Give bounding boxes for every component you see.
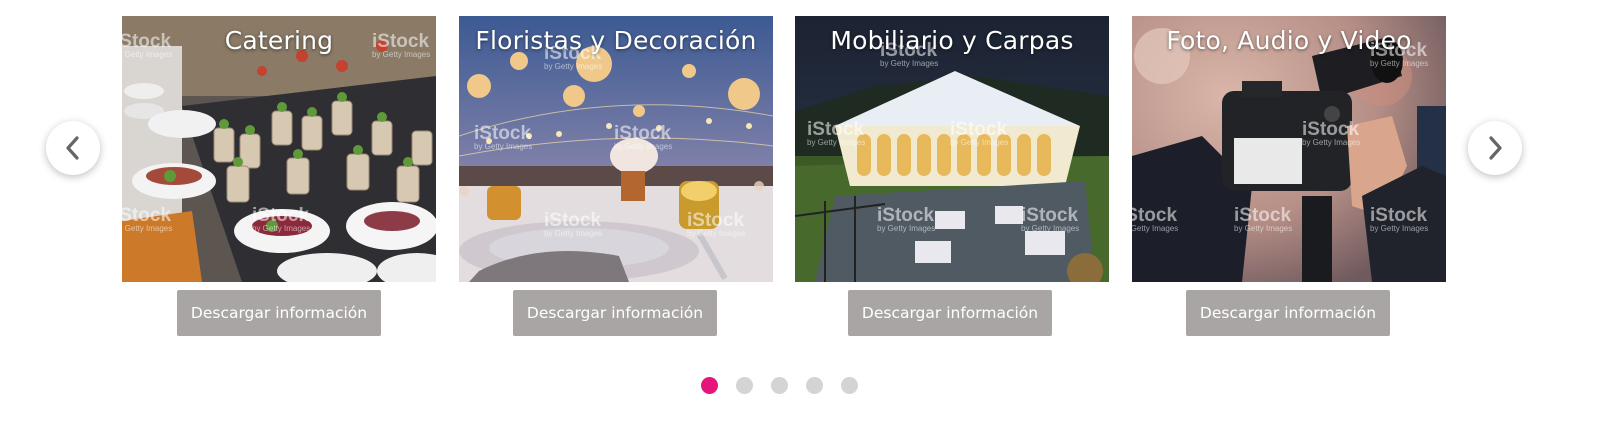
watermark: iStockby Getty Images: [252, 205, 311, 233]
download-info-button-furniture[interactable]: Descargar información: [848, 290, 1052, 336]
decoration-photo[interactable]: iStock by Getty Images iStock by Getty Ima…: [459, 16, 773, 282]
carousel-pagination: [701, 377, 858, 394]
download-info-button-media[interactable]: Descargar información: [1186, 290, 1390, 336]
download-info-button-catering[interactable]: Descargar información: [177, 290, 381, 336]
card-title: Mobiliario y Carpas: [830, 26, 1074, 55]
watermark: iStockby Getty Images: [122, 205, 173, 233]
pagination-dot-2[interactable]: [736, 377, 753, 394]
card-title: Floristas y Decoración: [475, 26, 757, 55]
watermark: iStockby Getty Images: [1302, 119, 1361, 147]
watermark: iStockby Getty Images: [1234, 205, 1293, 233]
download-info-button-decoration[interactable]: Descargar información: [513, 290, 717, 336]
card-title: Catering: [224, 26, 334, 55]
service-card-furniture: iStock by Getty Images iStock by Getty Ima…: [795, 16, 1109, 282]
watermark: iStockby Getty Images: [1370, 205, 1429, 233]
chevron-left-icon: [66, 136, 79, 160]
service-card-media: iStockby Getty Images iStockby Getty Ima…: [1132, 16, 1446, 282]
watermark: iStockby Getty Images: [807, 119, 866, 147]
watermark: iStockby Getty Images: [614, 123, 673, 151]
services-carousel: iStockby Getty Images iStockby Getty Ima…: [0, 0, 1600, 431]
catering-photo[interactable]: iStockby Getty Images iStockby Getty Ima…: [122, 16, 436, 282]
watermark: iStockby Getty Images: [1132, 205, 1179, 233]
card-title: Foto, Audio y Video: [1166, 26, 1412, 55]
service-card-decoration: iStock by Getty Images iStock by Getty Ima…: [459, 16, 773, 282]
pagination-dot-4[interactable]: [806, 377, 823, 394]
service-card-catering: iStockby Getty Images iStockby Getty Ima…: [122, 16, 436, 282]
camera-photo[interactable]: iStockby Getty Images iStockby Getty Ima…: [1132, 16, 1446, 282]
watermark: iStockby Getty Images: [687, 210, 746, 238]
watermark: iStockby Getty Images: [950, 119, 1009, 147]
pagination-dot-1[interactable]: [701, 377, 718, 394]
watermark: iStockby Getty Images: [544, 210, 603, 238]
carousel-prev-button[interactable]: [46, 121, 100, 175]
watermark: iStockby Getty Images: [474, 123, 533, 151]
pagination-dot-5[interactable]: [841, 377, 858, 394]
chevron-right-icon: [1489, 136, 1502, 160]
watermark: iStockby Getty Images: [877, 205, 936, 233]
pagination-dot-3[interactable]: [771, 377, 788, 394]
tent-photo[interactable]: iStock by Getty Images iStock by Getty Ima…: [795, 16, 1109, 282]
carousel-next-button[interactable]: [1468, 121, 1522, 175]
watermark: iStockby Getty Images: [1021, 205, 1080, 233]
